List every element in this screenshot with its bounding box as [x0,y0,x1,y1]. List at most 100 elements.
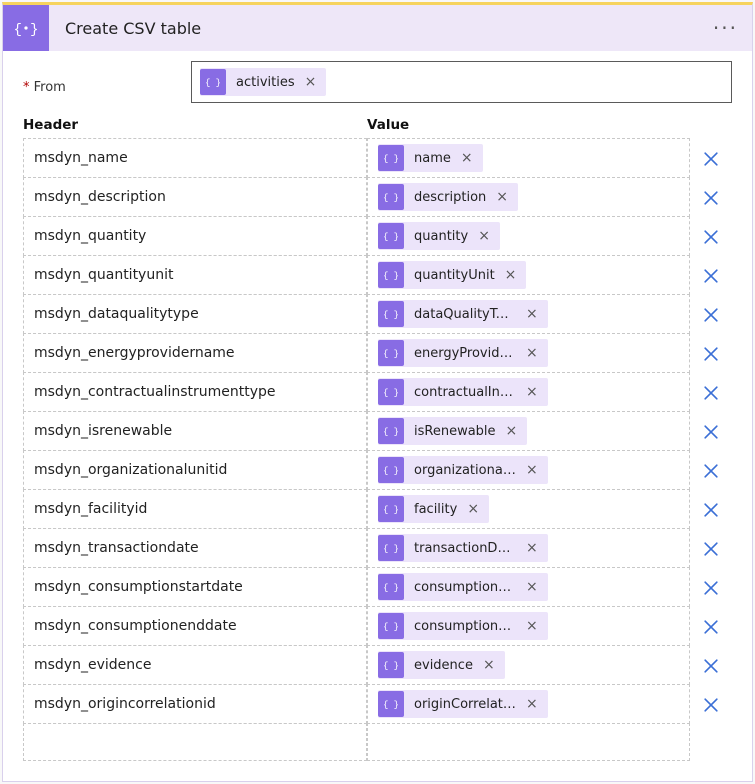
remove-token-button[interactable]: × [504,424,528,438]
token-label: transactionDate [404,541,524,556]
header-input[interactable]: msdyn_isrenewable [23,411,367,451]
remove-token-button[interactable]: × [503,268,527,282]
token-label: description [404,190,494,205]
dynamic-content-icon: { } [378,145,404,171]
value-input[interactable]: { }consumptionE...× [367,606,690,646]
value-input[interactable]: { }name× [367,138,690,178]
value-input[interactable]: { }transactionDate× [367,528,690,568]
header-input[interactable]: msdyn_quantityunit [23,255,367,295]
header-input[interactable]: msdyn_quantity [23,216,367,256]
header-text: msdyn_contractualinstrumenttype [34,384,276,400]
token-label: consumptionSt... [404,580,524,595]
delete-row-button[interactable] [690,412,732,451]
remove-token-button[interactable]: × [494,190,518,204]
value-token: { } energyProvider...× [378,339,548,367]
token-label: consumptionE... [404,619,524,634]
header-text: msdyn_quantity [34,228,146,244]
dynamic-content-icon: { } [378,418,404,444]
value-input[interactable]: { } description× [367,177,690,217]
value-input[interactable] [367,723,690,761]
remove-token-button[interactable]: × [524,463,548,477]
remove-token-button[interactable]: × [524,697,548,711]
delete-row-button[interactable] [690,685,732,724]
value-input[interactable]: { }evidence× [367,645,690,685]
remove-token-button[interactable]: × [524,385,548,399]
header-input[interactable]: msdyn_consumptionstartdate [23,567,367,607]
value-input[interactable]: { }contractualInst...× [367,372,690,412]
delete-row-button[interactable] [690,256,732,295]
value-input[interactable]: { } energyProvider...× [367,333,690,373]
header-input[interactable]: msdyn_origincorrelationid [23,684,367,724]
header-input[interactable]: msdyn_contractualinstrumenttype [23,372,367,412]
svg-text:{ }: { } [383,193,399,203]
header-input[interactable]: msdyn_transactiondate [23,528,367,568]
header-text: msdyn_consumptionstartdate [34,579,243,595]
token-label: facility [404,502,465,517]
header-input[interactable]: msdyn_name [23,138,367,178]
delete-row-button[interactable] [690,139,732,178]
value-input[interactable]: { }isRenewable× [367,411,690,451]
value-token: { }organizational...× [378,456,548,484]
value-input[interactable]: { }originCorrelati...× [367,684,690,724]
mapping-row: msdyn_name{ }name× [23,139,732,178]
header-input[interactable]: msdyn_dataqualitytype [23,294,367,334]
header-input[interactable]: msdyn_consumptionenddate [23,606,367,646]
delete-row-button[interactable] [690,178,732,217]
svg-text:{ }: { } [383,700,399,710]
remove-token-button[interactable]: × [459,151,483,165]
token-label: evidence [404,658,481,673]
from-token: { } activities × [200,68,326,96]
svg-text:{ }: { } [383,466,399,476]
dynamic-content-icon: { } [378,340,404,366]
header-input[interactable] [23,723,367,761]
header-input[interactable]: msdyn_organizationalunitid [23,450,367,490]
header-input[interactable]: msdyn_facilityid [23,489,367,529]
remove-token-button[interactable]: × [465,502,489,516]
dynamic-content-icon: { } [378,379,404,405]
remove-token-button[interactable]: × [476,229,500,243]
mapping-row: msdyn_description { } description× [23,178,732,217]
dynamic-content-icon: { } [378,691,404,717]
delete-row-button[interactable] [690,217,732,256]
delete-row-button[interactable] [690,451,732,490]
mapping-rows: msdyn_name{ }name×msdyn_description { } de… [23,139,732,724]
delete-row-button[interactable] [690,646,732,685]
more-menu-button[interactable]: ··· [713,16,738,40]
value-input[interactable]: { }quantity× [367,216,690,256]
value-input[interactable]: { }dataQualityType× [367,294,690,334]
remove-token-button[interactable]: × [524,346,548,360]
header-input[interactable]: msdyn_energyprovidername [23,333,367,373]
delete-row-button[interactable] [690,529,732,568]
value-input[interactable]: { }facility× [367,489,690,529]
remove-token-button[interactable]: × [524,580,548,594]
delete-row-button[interactable] [690,373,732,412]
svg-text:{ }: { } [383,349,399,359]
remove-token-button[interactable]: × [524,307,548,321]
header-input[interactable]: msdyn_evidence [23,645,367,685]
remove-token-button[interactable]: × [481,658,505,672]
dynamic-content-icon: { } [378,574,404,600]
mapping-row: msdyn_isrenewable { }isRenewable× [23,412,732,451]
empty-row [23,724,732,761]
value-input[interactable]: { }organizational...× [367,450,690,490]
remove-token-button[interactable]: × [303,75,327,89]
header-text: msdyn_isrenewable [34,423,172,439]
value-input[interactable]: { }quantityUnit× [367,255,690,295]
header-input[interactable]: msdyn_description [23,177,367,217]
header-text: msdyn_transactiondate [34,540,199,556]
remove-token-button[interactable]: × [524,619,548,633]
svg-text:{ }: { } [383,583,399,593]
delete-row-button[interactable] [690,607,732,646]
delete-row-button[interactable] [690,295,732,334]
token-label: energyProvider... [404,346,524,361]
mapping-row: msdyn_consumptionenddate{ }consumptionE.… [23,607,732,646]
value-token: { }transactionDate× [378,534,548,562]
delete-row-button[interactable] [690,334,732,373]
delete-row-button[interactable] [690,568,732,607]
remove-token-button[interactable]: × [524,541,548,555]
delete-row-button[interactable] [690,490,732,529]
value-input[interactable]: { } consumptionSt...× [367,567,690,607]
dynamic-content-icon: { } [378,457,404,483]
token-label: quantityUnit [404,268,503,283]
from-input[interactable]: { } activities × [191,61,732,103]
